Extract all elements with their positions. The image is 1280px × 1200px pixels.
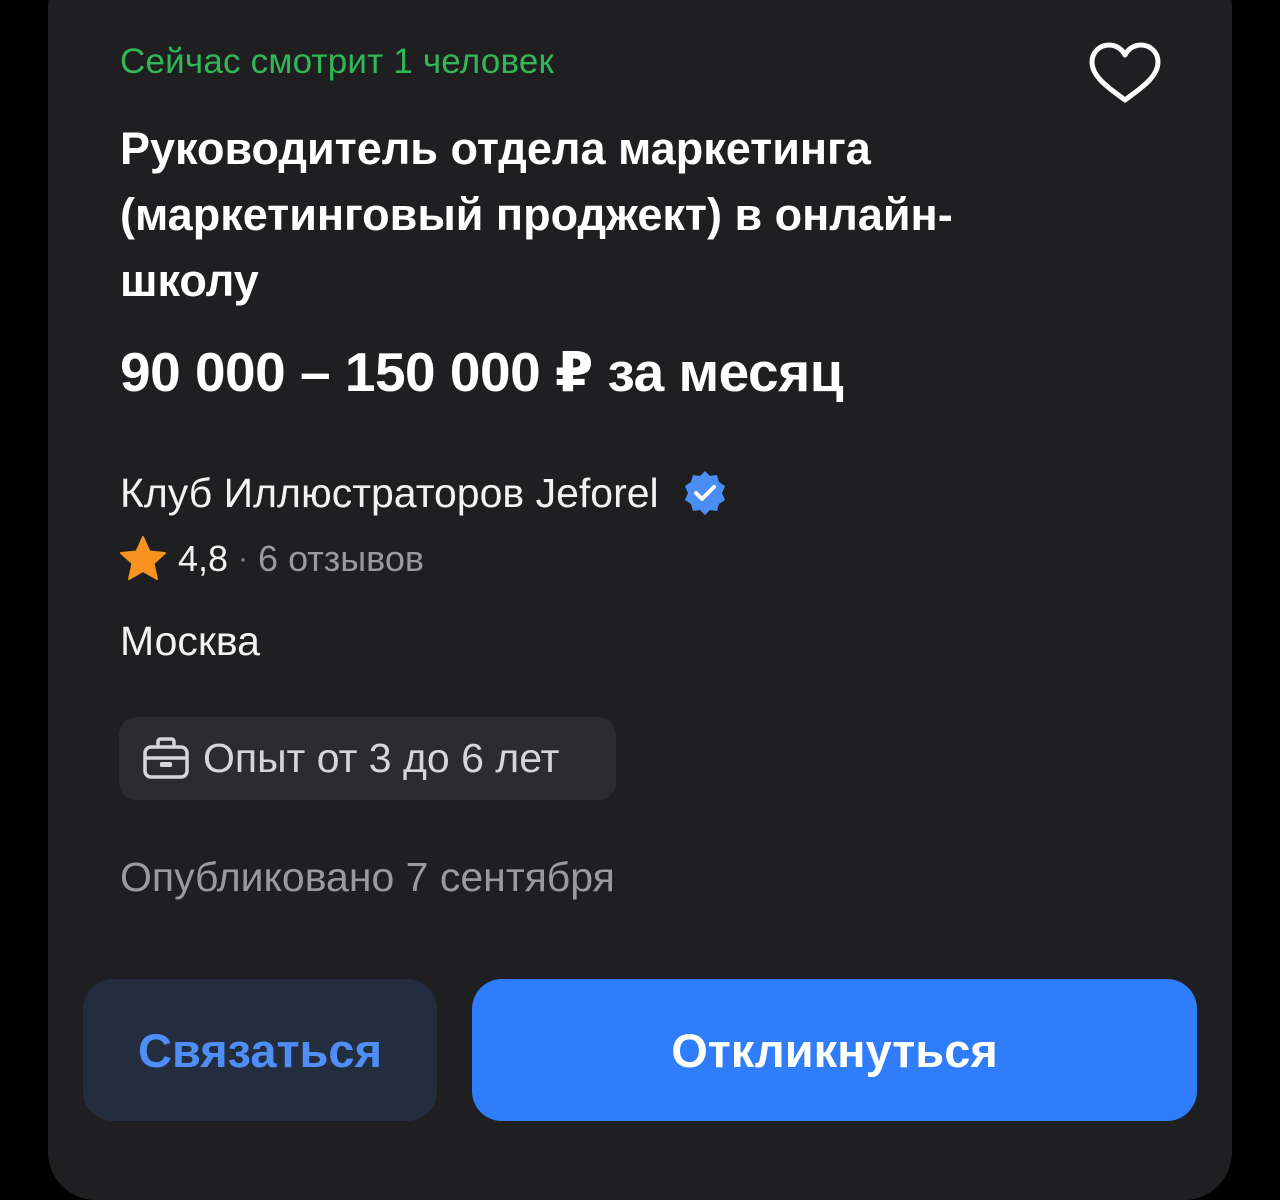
vacancy-title: Руководитель отдела маркетинга (маркетин…	[120, 123, 953, 306]
apply-button[interactable]: Откликнуться	[472, 979, 1197, 1121]
salary-text: 90 000 – 150 000 ₽ за месяц	[120, 341, 844, 403]
contact-button[interactable]: Связаться	[83, 979, 437, 1121]
briefcase-icon	[143, 736, 189, 779]
published-date: Опубликовано 7 сентября	[120, 854, 615, 900]
rating-separator: ·	[238, 542, 249, 575]
city-text: Москва	[120, 618, 260, 664]
star-icon	[120, 536, 166, 580]
reviews-count: 6 отзывов	[258, 538, 425, 579]
company-name: Клуб Иллюстраторов Jeforel	[120, 469, 659, 516]
viewers-count-text: Сейчас смотрит 1 человек	[120, 42, 555, 81]
company-link[interactable]: Клуб Иллюстраторов Jeforel	[120, 466, 729, 520]
company-rating[interactable]: 4,8 · 6 отзывов	[118, 534, 424, 584]
experience-chip: Опыт от 3 до 6 лет	[119, 717, 616, 800]
favorite-button[interactable]	[1082, 38, 1168, 108]
verified-check-icon	[684, 471, 725, 515]
heart-icon	[1089, 42, 1161, 103]
experience-label: Опыт от 3 до 6 лет	[203, 735, 560, 781]
rating-value: 4,8	[178, 538, 229, 579]
